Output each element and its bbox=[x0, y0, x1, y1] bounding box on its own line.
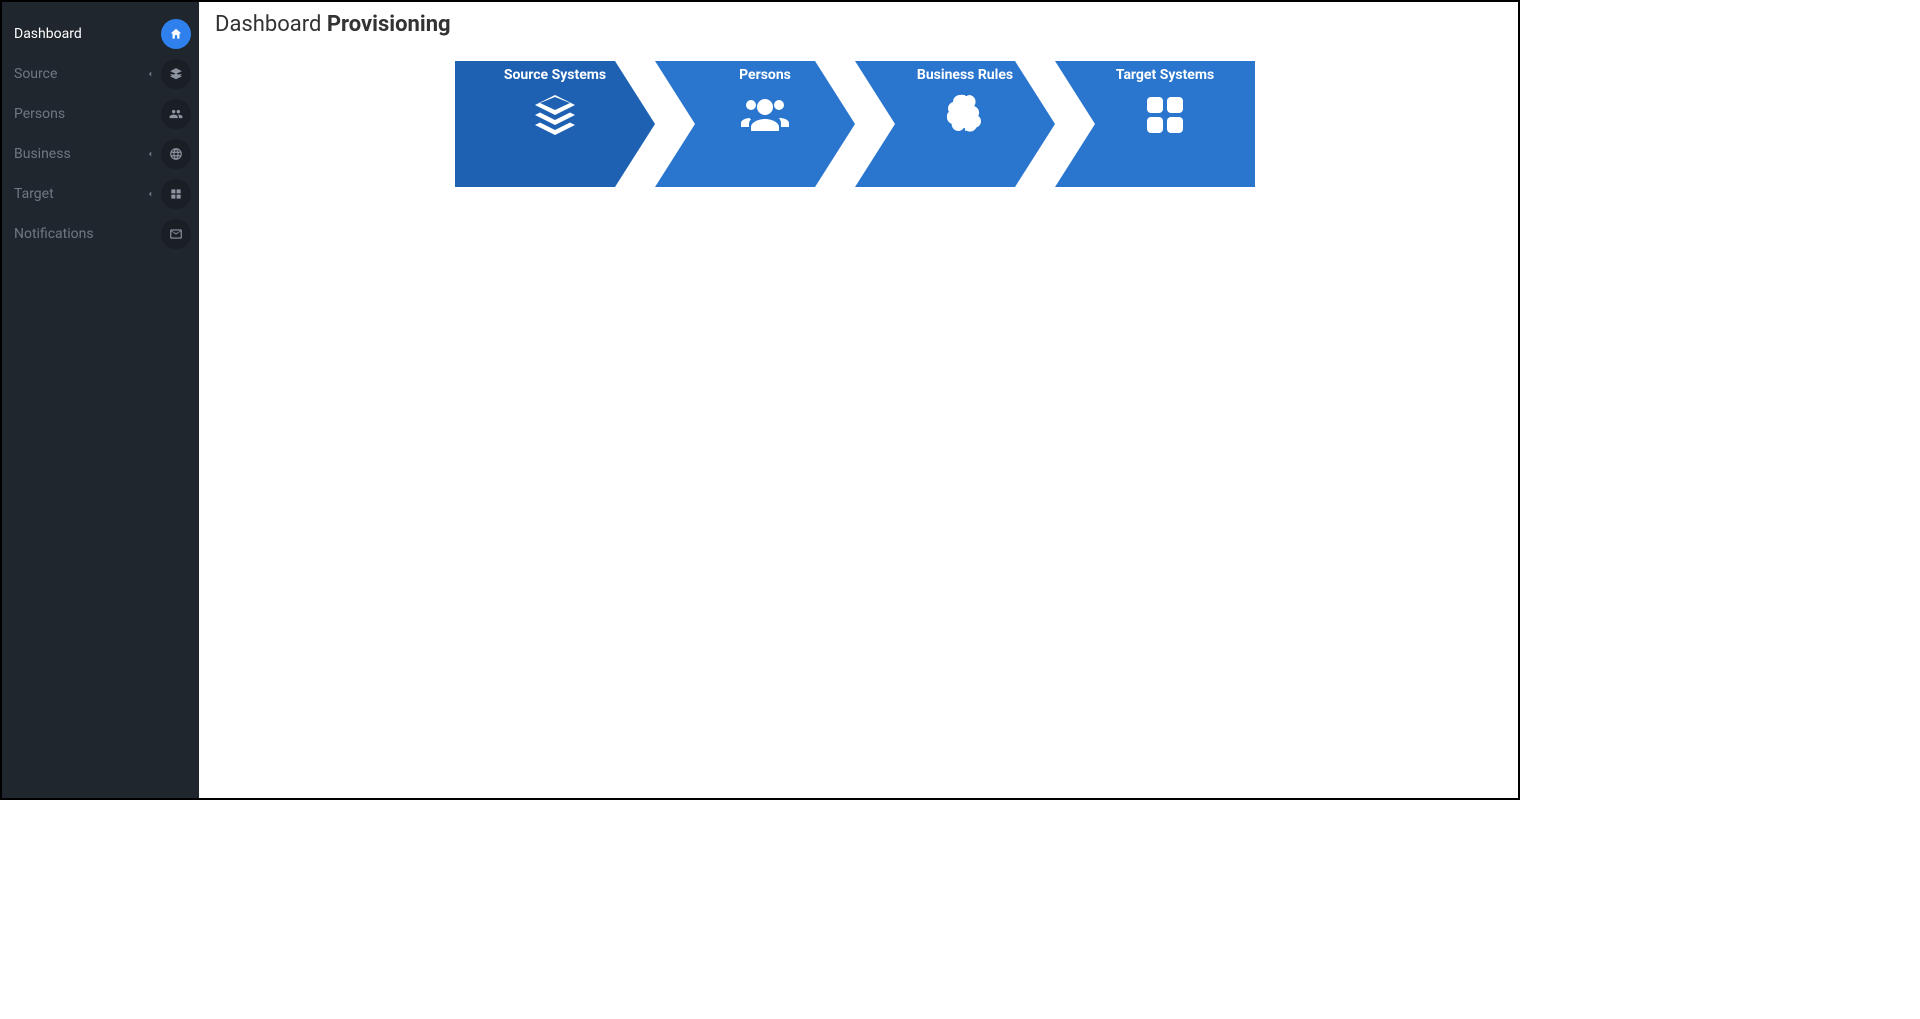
wizard-step-source-systems[interactable]: Source Systems bbox=[455, 61, 655, 187]
sidebar-item-label: Target bbox=[14, 186, 145, 202]
grid-icon bbox=[161, 179, 191, 209]
wizard-step-business-rules[interactable]: Business Rules bbox=[855, 61, 1055, 187]
sidebar-item-business[interactable]: Business bbox=[2, 134, 199, 174]
wizard-step-target-systems[interactable]: Target Systems bbox=[1055, 61, 1255, 187]
chevron-left-icon bbox=[145, 149, 155, 159]
wizard-step-persons[interactable]: Persons bbox=[655, 61, 855, 187]
sidebar-item-label: Source bbox=[14, 66, 145, 82]
brain-icon bbox=[941, 91, 989, 139]
sidebar-item-target[interactable]: Target bbox=[2, 174, 199, 214]
layers-icon bbox=[161, 59, 191, 89]
wizard-step-label: Business Rules bbox=[875, 67, 1055, 83]
grid-icon bbox=[1141, 91, 1189, 139]
main-content: Dashboard Provisioning Source Systems Pe… bbox=[199, 2, 1518, 798]
wizard-step-label: Source Systems bbox=[455, 67, 655, 83]
sidebar-item-persons[interactable]: Persons bbox=[2, 94, 199, 134]
sidebar: Dashboard Source Persons Business bbox=[2, 2, 199, 798]
home-icon bbox=[161, 19, 191, 49]
sidebar-item-label: Notifications bbox=[14, 226, 161, 242]
sidebar-item-dashboard[interactable]: Dashboard bbox=[2, 14, 199, 54]
users-icon bbox=[161, 99, 191, 129]
wizard-step-label: Persons bbox=[675, 67, 855, 83]
chevron-left-icon bbox=[145, 69, 155, 79]
envelope-icon bbox=[161, 219, 191, 249]
wizard-step-label: Target Systems bbox=[1075, 67, 1255, 83]
globe-icon bbox=[161, 139, 191, 169]
sidebar-item-source[interactable]: Source bbox=[2, 54, 199, 94]
sidebar-item-label: Persons bbox=[14, 106, 161, 122]
layers-icon bbox=[531, 91, 579, 139]
page-title: Dashboard Provisioning bbox=[215, 12, 1502, 37]
chevron-left-icon bbox=[145, 189, 155, 199]
sidebar-item-label: Business bbox=[14, 146, 145, 162]
users-icon bbox=[741, 91, 789, 139]
page-title-light: Dashboard bbox=[215, 12, 321, 37]
page-title-bold: Provisioning bbox=[327, 12, 451, 37]
sidebar-item-label: Dashboard bbox=[14, 26, 161, 42]
sidebar-item-notifications[interactable]: Notifications bbox=[2, 214, 199, 254]
provisioning-wizard: Source Systems Persons Business Rules bbox=[455, 61, 1255, 187]
